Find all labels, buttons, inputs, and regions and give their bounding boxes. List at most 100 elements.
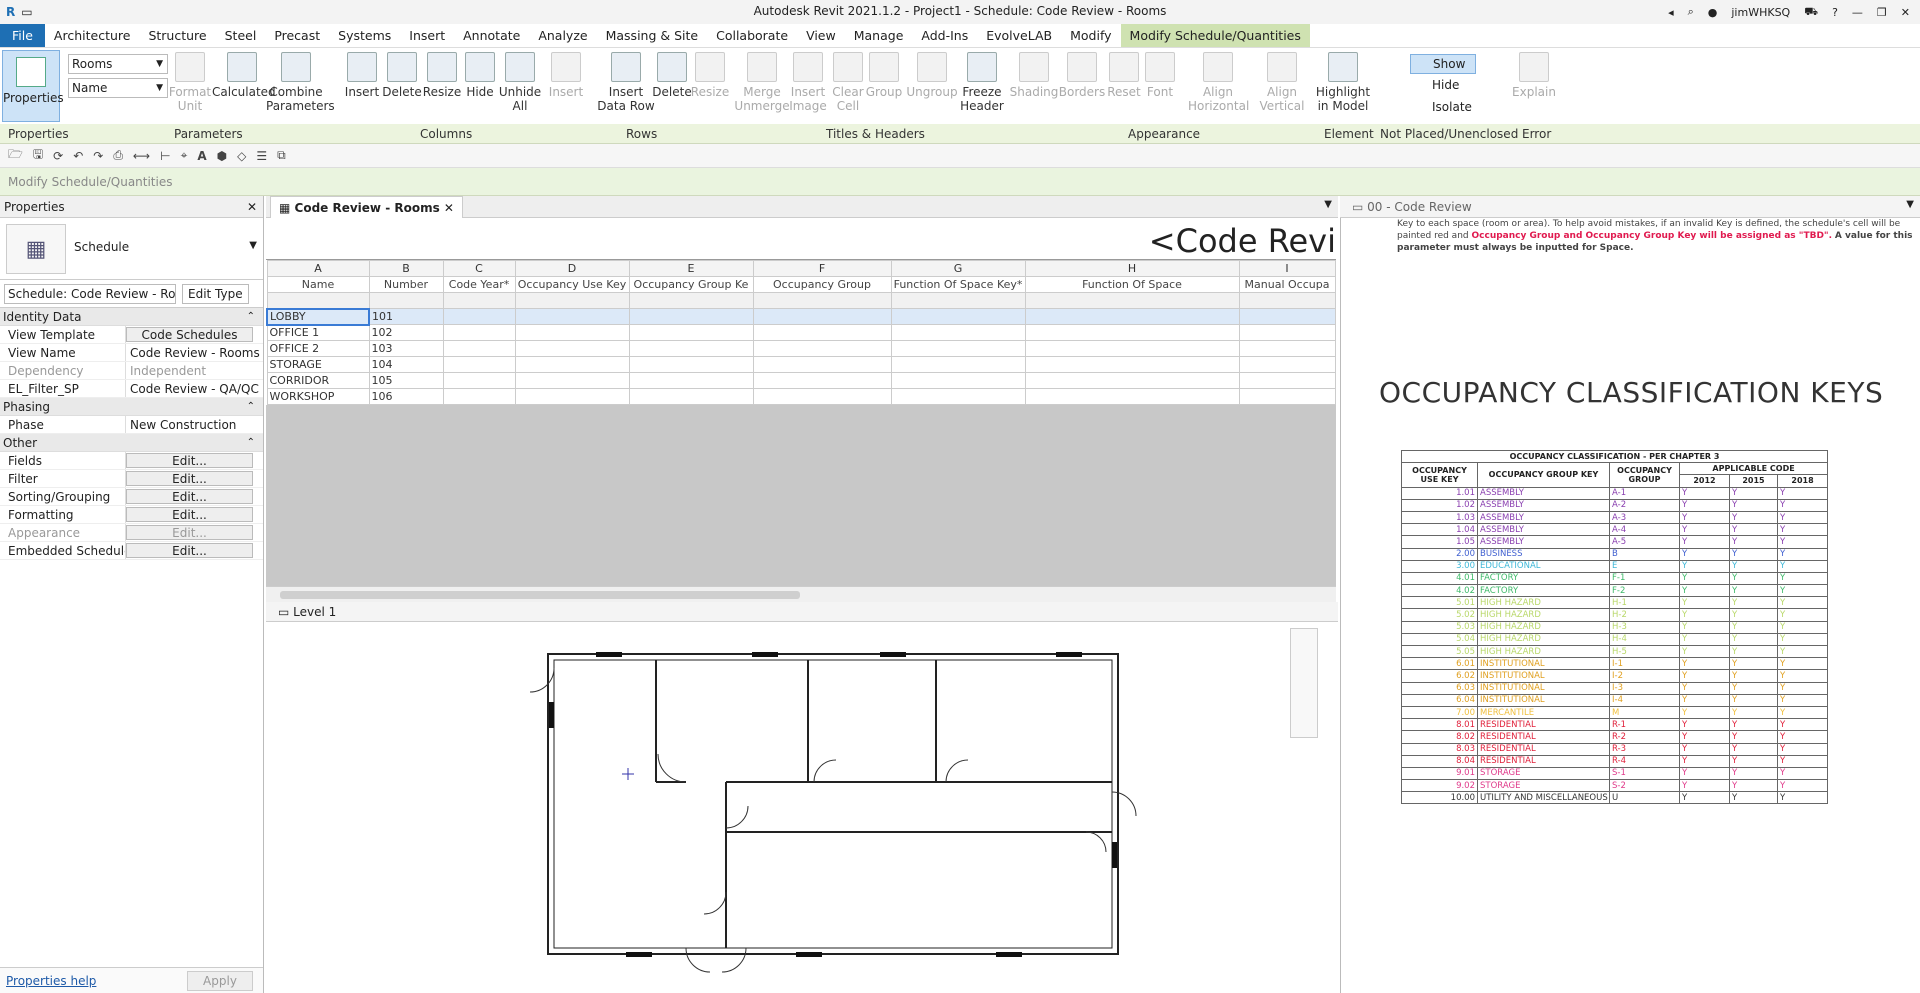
table-cell[interactable] [1024,388,1240,405]
cart-icon[interactable]: ⛟ [1804,5,1818,20]
table-cell[interactable] [628,388,754,405]
properties-button[interactable]: Properties [2,50,64,122]
table-cell[interactable] [442,356,516,373]
menu-collaborate[interactable]: Collaborate [707,24,797,47]
table-cell[interactable] [514,388,630,405]
table-cell[interactable] [752,340,892,357]
table-cell[interactable]: STORAGE [266,356,370,373]
property-value[interactable]: New Construction [126,416,263,433]
quick-access-icon[interactable]: ▭ [21,5,32,19]
tag-icon[interactable]: ⌖ [181,148,188,163]
menu-precast[interactable]: Precast [265,24,329,47]
horizontal-scrollbar[interactable] [266,586,1336,602]
table-cell[interactable]: I [1238,260,1336,277]
print-icon[interactable]: ⎙ [113,148,123,163]
table-cell[interactable] [1024,308,1240,325]
table-cell[interactable]: A [266,260,370,277]
table-cell[interactable] [628,340,754,357]
menu-view[interactable]: View [797,24,845,47]
menu-systems[interactable]: Systems [329,24,400,47]
close-properties-icon[interactable]: ✕ [247,196,257,218]
table-cell[interactable] [628,292,754,309]
table-cell[interactable]: C [442,260,516,277]
table-cell[interactable]: G [890,260,1026,277]
ribbon-button-align-horizontal-22[interactable]: Align Horizontal [1188,52,1249,113]
table-cell[interactable]: LOBBY [266,307,370,326]
menu-modify-schedule-quantities[interactable]: Modify Schedule/Quantities [1120,24,1310,47]
table-cell[interactable] [1238,324,1336,341]
menu-steel[interactable]: Steel [216,24,266,47]
ribbon-button-insert-8[interactable]: Insert [536,52,596,99]
property-category[interactable]: Phasing ⌃ [0,398,263,416]
nav-back-icon[interactable]: ◂ [1668,6,1674,19]
table-cell[interactable] [442,340,516,357]
table-cell[interactable] [890,308,1026,325]
binoculars-icon[interactable]: ⌕ [1688,5,1694,19]
property-edit-button[interactable]: Edit... [126,543,253,558]
table-cell[interactable]: Function Of Space Key* [890,276,1026,293]
property-category[interactable]: Identity Data ⌃ [0,308,263,326]
table-cell[interactable] [514,324,630,341]
ribbon-button-format-unit-0[interactable]: Format Unit [160,52,220,113]
table-cell[interactable] [442,388,516,405]
table-cell[interactable]: F [752,260,892,277]
table-cell[interactable] [628,324,754,341]
table-cell[interactable] [514,372,630,389]
table-cell[interactable] [752,308,892,325]
table-cell[interactable]: Name [266,276,370,293]
floor-plan-view[interactable] [266,622,1336,993]
table-cell[interactable]: 103 [368,340,444,357]
hide-button[interactable]: Hide [1410,76,1476,96]
collapse-icon[interactable]: ⌃ [247,308,255,326]
property-value[interactable]: Code Review - QA/QC [126,380,263,397]
menu-insert[interactable]: Insert [400,24,454,47]
restore-icon[interactable]: ❐ [1877,6,1887,19]
ribbon-button-font-21[interactable]: Font [1130,52,1190,99]
open-icon[interactable]: 🗁 [8,145,23,166]
collapse-icon[interactable]: ⌃ [247,434,255,452]
table-cell[interactable] [514,340,630,357]
menu-add-ins[interactable]: Add-Ins [912,24,977,47]
menu-analyze[interactable]: Analyze [529,24,596,47]
table-cell[interactable] [1238,356,1336,373]
dimension-icon[interactable]: ⊢ [160,149,170,163]
edit-type-button[interactable]: Edit Type [182,283,249,304]
table-cell[interactable] [442,308,516,325]
table-cell[interactable]: Code Year* [442,276,516,293]
menu-modify[interactable]: Modify [1061,24,1120,47]
table-cell[interactable] [1238,372,1336,389]
table-cell[interactable] [890,372,1026,389]
table-cell[interactable] [514,292,630,309]
view-cube-nav[interactable] [1290,628,1318,738]
table-cell[interactable] [368,292,444,309]
tab-00-code-review[interactable]: ▭ 00 - Code Review [1344,196,1480,218]
table-cell[interactable] [890,356,1026,373]
table-cell[interactable]: 106 [368,388,444,405]
menu-annotate[interactable]: Annotate [454,24,529,47]
close-tab-icon[interactable]: ✕ [444,201,454,215]
table-cell[interactable]: B [368,260,444,277]
tab-menu-icon[interactable]: ▼ [1324,199,1332,210]
type-selector[interactable]: ▦ Schedule ▼ [0,218,263,280]
table-cell[interactable]: Number [368,276,444,293]
table-cell[interactable]: H [1024,260,1240,277]
save-icon[interactable]: 🖫 [33,145,43,166]
table-cell[interactable] [752,372,892,389]
menu-massing-site[interactable]: Massing & Site [597,24,708,47]
table-cell[interactable] [752,292,892,309]
property-edit-button[interactable]: Edit... [126,489,253,504]
tab-level-1[interactable]: ▭ Level 1 [270,602,344,622]
user-name[interactable]: jimWHKSQ [1731,6,1790,19]
table-cell[interactable]: WORKSHOP [266,388,370,405]
sync-icon[interactable]: ⟳ [53,149,63,163]
revit-logo-icon[interactable]: R [6,5,15,19]
ribbon-button-calculated-1[interactable]: Calculated [212,52,276,99]
property-edit-button[interactable]: Edit... [126,525,253,540]
table-cell[interactable] [890,340,1026,357]
section-icon[interactable]: ◇ [237,149,246,163]
measure-icon[interactable]: ⟷ [133,149,150,163]
table-cell[interactable] [1238,340,1336,357]
table-cell[interactable] [890,388,1026,405]
table-cell[interactable] [266,292,370,309]
thin-lines-icon[interactable]: ☰ [256,149,267,163]
